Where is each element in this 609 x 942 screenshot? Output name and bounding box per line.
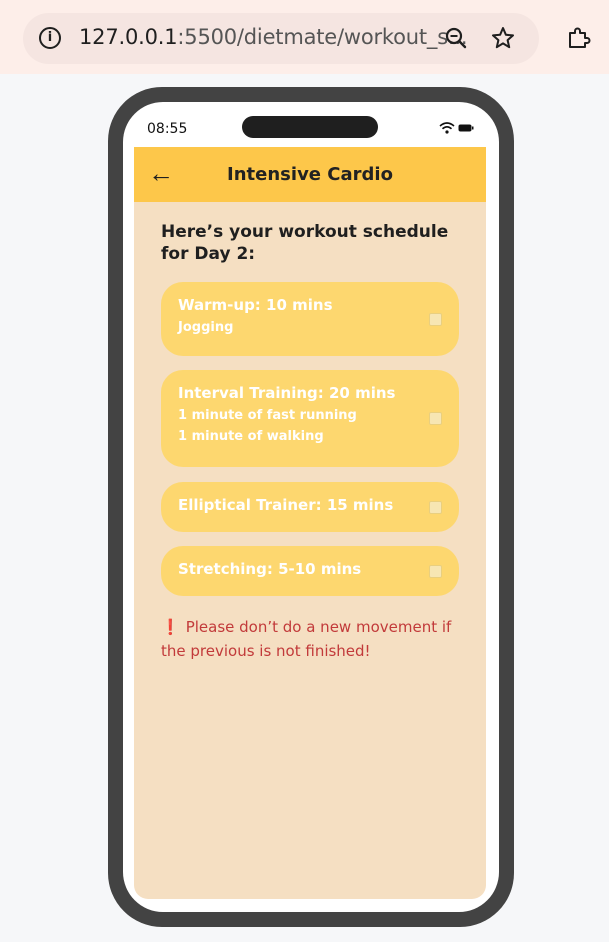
exercise-checkbox[interactable]	[429, 313, 442, 326]
wifi-icon	[439, 122, 455, 134]
site-info-icon[interactable]: i	[39, 27, 61, 49]
battery-icon	[458, 124, 474, 132]
browser-toolbar: i 127.0.0.1:5500/dietmate/workout_s...	[0, 0, 609, 74]
bookmark-star-icon[interactable]	[490, 25, 516, 51]
warning-message: ❗ Please don’t do a new movement if the p…	[161, 615, 471, 663]
exercise-detail: Jogging	[178, 320, 234, 335]
exercise-card-interval-training: Interval Training: 20 mins 1 minute of f…	[161, 370, 459, 467]
exercise-title: Elliptical Trainer: 15 mins	[178, 496, 394, 514]
phone-notch	[242, 116, 378, 138]
workout-app: ← Intensive Cardio Here’s your workout s…	[134, 147, 486, 899]
exercise-checkbox[interactable]	[429, 501, 442, 514]
exercise-checkbox[interactable]	[429, 412, 442, 425]
status-time: 08:55	[147, 121, 188, 137]
exercise-card-elliptical-trainer: Elliptical Trainer: 15 mins	[161, 482, 459, 532]
url-path: :5500/dietmate/workout_s...	[177, 25, 468, 49]
phone-frame: 08:55 ← Intensive Cardio Here’s your wor…	[108, 87, 514, 927]
page-title: Intensive Cardio	[227, 164, 393, 185]
app-header: ← Intensive Cardio	[134, 147, 486, 202]
url-host: 127.0.0.1	[79, 25, 178, 49]
exercise-title: Warm-up: 10 mins	[178, 296, 333, 314]
zoom-out-icon[interactable]	[443, 25, 469, 51]
exercise-checkbox[interactable]	[429, 565, 442, 578]
url-text[interactable]: 127.0.0.1:5500/dietmate/workout_s...	[79, 25, 468, 49]
exercise-title: Stretching: 5-10 mins	[178, 560, 362, 578]
exercise-card-warm-up: Warm-up: 10 mins Jogging	[161, 282, 459, 356]
warning-text: Please don’t do a new movement if the pr…	[161, 618, 452, 660]
exercise-detail: 1 minute of fast running	[178, 408, 357, 423]
schedule-heading: Here’s your workout schedule for Day 2:	[161, 222, 449, 264]
exercise-title: Interval Training: 20 mins	[178, 384, 396, 402]
exclamation-icon: ❗	[161, 618, 180, 636]
extensions-puzzle-icon[interactable]	[565, 25, 591, 51]
address-bar[interactable]: i 127.0.0.1:5500/dietmate/workout_s...	[23, 13, 539, 64]
exercise-card-stretching: Stretching: 5-10 mins	[161, 546, 459, 596]
exercise-detail: 1 minute of walking	[178, 429, 324, 444]
